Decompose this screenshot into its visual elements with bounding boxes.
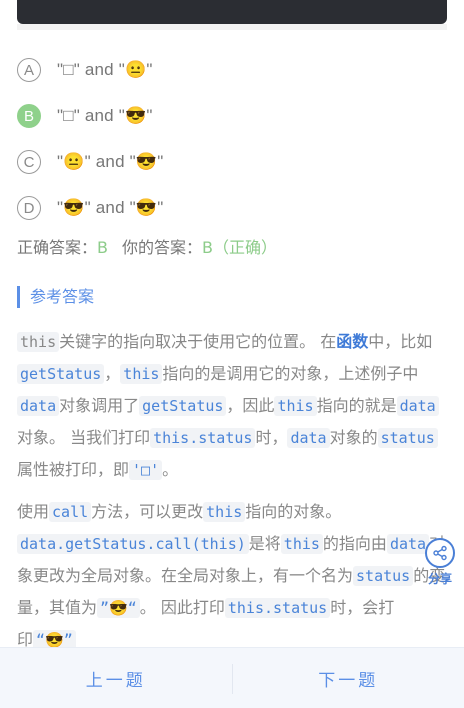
- correct-answer-value: B: [97, 238, 108, 257]
- explanation-text: 对象。 当我们打印: [17, 428, 151, 447]
- explanation-text: 属性被打印，即: [17, 460, 130, 479]
- inline-code: getStatus: [17, 364, 105, 384]
- correct-answer-label: 正确答案：: [17, 238, 98, 257]
- inline-code: this.status: [150, 428, 256, 448]
- inline-code: data: [287, 428, 330, 448]
- inline-code: this: [203, 502, 246, 522]
- option-letter: B: [17, 104, 41, 128]
- next-question-button[interactable]: 下一题: [233, 666, 464, 691]
- inline-code: call: [49, 502, 92, 522]
- explanation-text: 的指向由: [322, 534, 387, 553]
- option-text: "□" and "😐": [57, 60, 153, 79]
- explanation-text: 方法，可以更改: [91, 502, 204, 521]
- inline-code: data: [396, 396, 439, 416]
- share-button[interactable]: 分享: [422, 538, 458, 587]
- option-d[interactable]: D "😎" and "😎": [17, 185, 447, 231]
- explanation-text: 。 因此打印: [139, 598, 225, 617]
- option-letter: A: [17, 58, 41, 82]
- explanation-text: 是将: [248, 534, 281, 553]
- inline-code: this.status: [224, 598, 331, 618]
- your-answer-label: 你的答案：: [122, 238, 203, 257]
- inline-code: data: [17, 396, 60, 416]
- option-a[interactable]: A "□" and "😐": [17, 47, 447, 93]
- explanation-text: ，因此: [226, 396, 275, 415]
- explanation-paragraph-1: this 关键字的指向取决于使用它的位置。 在函数中，比如getStatus， th…: [17, 326, 447, 486]
- inline-code: this: [17, 332, 60, 352]
- reference-answer-title: 参考答案: [17, 286, 94, 308]
- option-letter: C: [17, 150, 41, 174]
- your-answer-value: B（正确）: [202, 238, 277, 257]
- explanation-text: 对象调用了: [59, 396, 140, 415]
- bottom-nav: 上一题 下一题: [0, 647, 464, 708]
- explanation-text: 关键字的指向取决于使用它的位置。 在: [59, 332, 337, 351]
- answer-options: A "□" and "😐" B "□" and "😎" C "😐" and "😎…: [17, 47, 447, 231]
- share-icon: [425, 538, 455, 568]
- explanation-text: 指向的对象。: [245, 502, 342, 521]
- quiz-page: A "□" and "😐" B "□" and "😎" C "😐" and "😎…: [0, 0, 464, 708]
- explanation-text: 中，比如: [368, 332, 433, 351]
- option-b[interactable]: B "□" and "😎": [17, 93, 447, 139]
- inline-code: status: [377, 428, 438, 448]
- option-text: "□" and "😎": [57, 106, 153, 125]
- inline-code: status: [353, 566, 414, 586]
- inline-code: this: [280, 534, 323, 554]
- option-text: "😐" and "😎": [57, 152, 164, 171]
- inline-code: getStatus: [139, 396, 227, 416]
- inline-code: this: [274, 396, 317, 416]
- inline-code: ”😎“: [97, 598, 140, 618]
- explanation-text: ，: [104, 364, 121, 383]
- option-text: "😎" and "😎": [57, 198, 164, 217]
- question-code-block: [17, 0, 447, 24]
- explanation-text: 使用: [17, 502, 50, 521]
- explanation-text: 指向的就是: [316, 396, 397, 415]
- answer-result: 正确答案：B 你的答案：B（正确）: [17, 234, 277, 258]
- explanation-text: 对象的: [329, 428, 378, 447]
- inline-code: '□': [129, 460, 163, 480]
- keyword-link[interactable]: 函数: [336, 332, 368, 351]
- share-label: 分享: [427, 572, 452, 586]
- explanation-text: 时，: [255, 428, 288, 447]
- explanation-text: 指向的是调用它的对象，上述例子中: [162, 364, 419, 383]
- reference-answer-body: this 关键字的指向取决于使用它的位置。 在函数中，比如getStatus， th…: [17, 326, 447, 666]
- explanation-text: 。: [162, 460, 179, 479]
- option-c[interactable]: C "😐" and "😎": [17, 139, 447, 185]
- inline-code: data.getStatus.call(this): [17, 534, 249, 554]
- prev-question-button[interactable]: 上一题: [0, 666, 232, 691]
- option-letter: D: [17, 196, 41, 220]
- code-block-footer: [17, 24, 447, 30]
- explanation-paragraph-2: 使用 call 方法，可以更改 this 指向的对象。data.getStatus.ca…: [17, 496, 447, 656]
- inline-code: this: [120, 364, 163, 384]
